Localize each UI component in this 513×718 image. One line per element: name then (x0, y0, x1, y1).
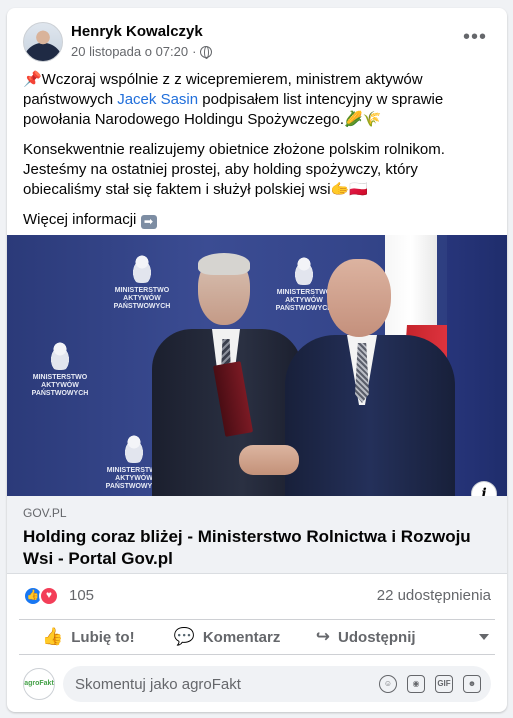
link-domain: GOV.PL (23, 506, 67, 520)
post-header: Henryk Kowalczyk 20 listopada o 07:20 · … (23, 22, 495, 64)
author-avatar[interactable] (23, 22, 63, 62)
emblem-line-1: MINISTERSTWO (32, 374, 88, 381)
more-info-text: Więcej informacji (23, 211, 137, 228)
share-arrow-icon: ↪ (315, 627, 331, 646)
camera-icon[interactable]: ◉ (407, 675, 425, 693)
handshake (239, 445, 299, 475)
shares-count[interactable]: 22 udostępnienia (377, 587, 491, 604)
post-paragraph-2: Konsekwentnie realizujemy obietnice złoż… (23, 141, 445, 198)
link-title[interactable]: Holding coraz bliżej - Ministerstwo Roln… (23, 526, 491, 570)
sticker-icon[interactable]: ☻ (463, 675, 481, 693)
globe-icon[interactable] (200, 45, 213, 59)
comment-tools: ☺ ◉ GIF ☻ (379, 675, 481, 693)
like-button[interactable]: 👍 Lubię to! (19, 620, 158, 654)
arrow-right-icon: ➡ (140, 215, 157, 229)
meta-separator: · (192, 44, 197, 59)
share-button[interactable]: ↪ Udostępnij (296, 620, 435, 654)
more-info-line: Więcej informacji ➡ (23, 210, 491, 230)
emoji-icon[interactable]: ☺ (379, 675, 397, 693)
post-stats: 👍 ♥ 105 22 udostępnienia (23, 584, 491, 608)
person-right (285, 255, 455, 496)
action-bar: 👍 Lubię to! 💬 Komentarz ↪ Udostępnij (19, 619, 495, 655)
post-photo[interactable]: MINISTERSTWO AKTYWÓW PAŃSTWOWYCH MINISTE… (7, 235, 507, 496)
thumbs-up-icon: 👍 (42, 627, 64, 646)
more-options-button[interactable]: ••• (463, 27, 487, 47)
reaction-icons[interactable]: 👍 ♥ (23, 586, 59, 606)
link-preview[interactable]: GOV.PL Holding coraz bliżej - Ministerst… (7, 496, 507, 574)
post-date[interactable]: 20 listopada o 07:20 (71, 44, 188, 59)
post-card: Henryk Kowalczyk 20 listopada o 07:20 · … (7, 8, 507, 712)
share-label: Udostępnij (338, 628, 416, 646)
gif-icon[interactable]: GIF (435, 675, 453, 693)
post-text: 📌Wczoraj wspólnie z z wicepremierem, min… (23, 70, 491, 240)
post-paragraph-1: 📌Wczoraj wspólnie z z wicepremierem, min… (23, 70, 491, 130)
emblem-line-3: PAŃSTWOWYCH (31, 390, 89, 397)
chevron-down-icon (479, 634, 490, 640)
eu-flag (447, 235, 507, 496)
ministry-emblem-3: MINISTERSTWO AKTYWÓW PAŃSTWOWYCH (25, 340, 95, 398)
post-meta: 20 listopada o 07:20 · (71, 44, 213, 59)
mention-link[interactable]: Jacek Sasin (117, 91, 198, 108)
speech-bubble-icon: 💬 (173, 627, 195, 646)
post-as-selector[interactable] (435, 630, 495, 644)
love-reaction-icon: ♥ (39, 586, 59, 606)
comment-button[interactable]: 💬 Komentarz (158, 620, 297, 654)
eagle-icon (120, 433, 148, 463)
comment-composer: agroFakt ☺ ◉ GIF ☻ (23, 666, 491, 702)
like-label: Lubię to! (71, 628, 135, 646)
comment-label: Komentarz (202, 628, 281, 646)
commenter-avatar[interactable]: agroFakt (23, 668, 55, 700)
author-name[interactable]: Henryk Kowalczyk (71, 23, 203, 40)
emblem-line-2: AKTYWÓW (41, 382, 79, 389)
reactions-count[interactable]: 105 (69, 587, 94, 604)
eagle-icon (46, 340, 74, 370)
page-logo-icon (455, 630, 475, 644)
